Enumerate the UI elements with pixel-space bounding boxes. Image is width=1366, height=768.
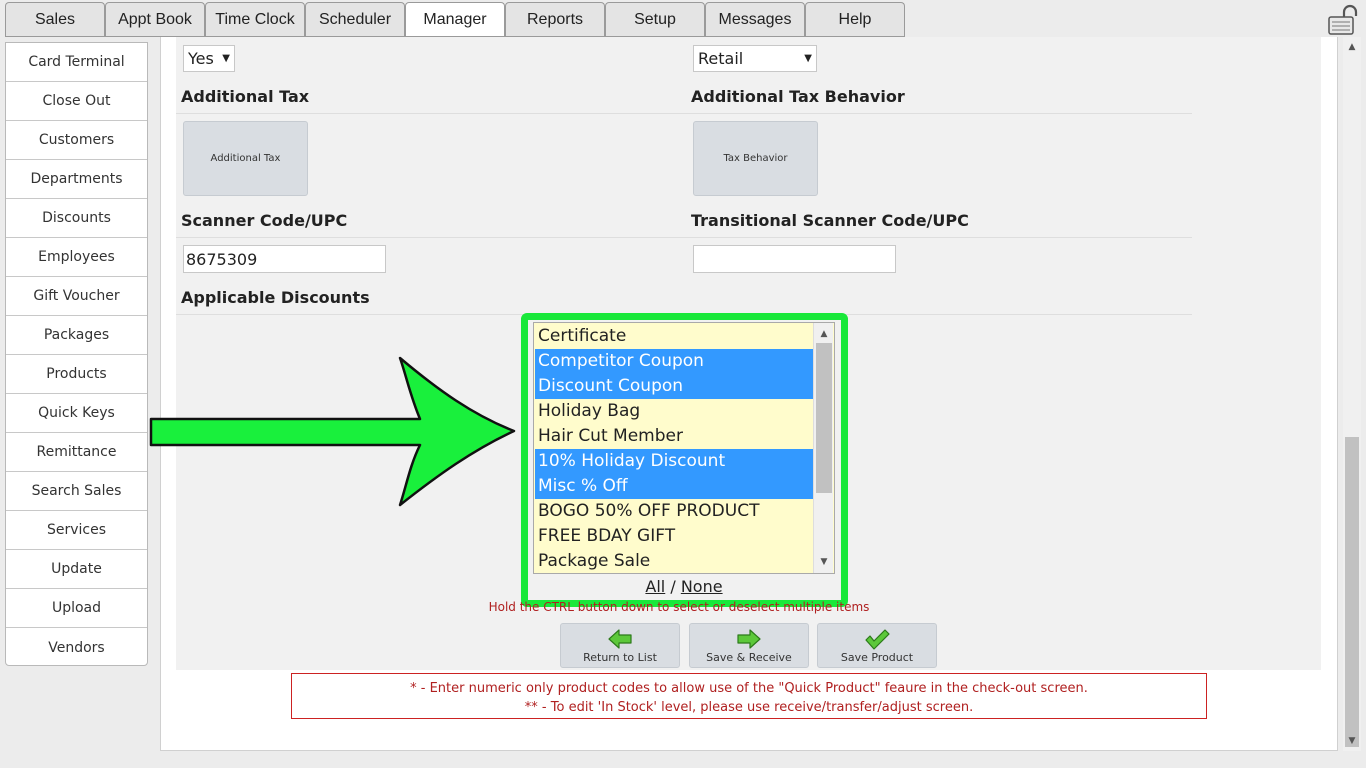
tab-appt-book[interactable]: Appt Book — [105, 2, 205, 37]
listbox-scrollbar[interactable]: ▲ ▼ — [813, 323, 833, 573]
notes-line-2: ** - To edit 'In Stock' level, please us… — [524, 700, 974, 715]
sidebar-item-card-terminal[interactable]: Card Terminal — [6, 43, 147, 82]
all-none-separator: / — [670, 577, 676, 596]
sidebar-item-quick-keys[interactable]: Quick Keys — [6, 394, 147, 433]
select-none-link[interactable]: None — [681, 577, 723, 596]
scroll-up-icon[interactable]: ▲ — [1343, 39, 1361, 55]
discount-option[interactable]: Hair Cut Member — [535, 424, 813, 449]
discount-option[interactable]: BOGO 50% OFF PRODUCT — [535, 499, 813, 524]
sidebar-item-services[interactable]: Services — [6, 511, 147, 550]
select-all-none: All / None — [533, 577, 835, 596]
additional-tax-behavior-heading: Additional Tax Behavior — [691, 87, 905, 106]
back-arrow-icon — [608, 629, 632, 649]
tab-manager[interactable]: Manager — [405, 2, 505, 37]
return-to-list-label: Return to List — [583, 651, 657, 664]
multi-select-hint: Hold the CTRL button down to select or d… — [488, 600, 870, 614]
sidebar-item-discounts[interactable]: Discounts — [6, 199, 147, 238]
applicable-discounts-listbox[interactable]: Certificate Competitor Coupon Discount C… — [533, 322, 835, 574]
section-divider — [176, 237, 1192, 238]
transitional-scanner-code-heading: Transitional Scanner Code/UPC — [691, 211, 969, 230]
section-divider — [176, 113, 1192, 114]
tab-sales[interactable]: Sales — [5, 2, 105, 37]
sidebar-item-upload[interactable]: Upload — [6, 589, 147, 628]
discount-option-selected[interactable]: Discount Coupon — [535, 374, 813, 399]
sidebar-item-search-sales[interactable]: Search Sales — [6, 472, 147, 511]
sidebar-item-close-out[interactable]: Close Out — [6, 82, 147, 121]
checkmark-icon — [865, 629, 890, 650]
tab-messages[interactable]: Messages — [705, 2, 805, 37]
lock-icon[interactable] — [1326, 4, 1360, 36]
top-left-select[interactable]: Yes ▼ — [183, 45, 235, 72]
scroll-down-icon[interactable]: ▼ — [1343, 733, 1361, 749]
save-and-receive-button[interactable]: Save & Receive — [689, 623, 809, 668]
save-and-receive-label: Save & Receive — [706, 651, 792, 664]
sidebar-item-departments[interactable]: Departments — [6, 160, 147, 199]
top-right-select[interactable]: Retail ▼ — [693, 45, 817, 72]
tab-scheduler[interactable]: Scheduler — [305, 2, 405, 37]
sidebar-item-vendors[interactable]: Vendors — [6, 628, 147, 667]
discount-option-selected[interactable]: Competitor Coupon — [535, 349, 813, 374]
discount-option-selected[interactable]: Misc % Off — [535, 474, 813, 499]
additional-tax-button[interactable]: Additional Tax — [183, 121, 308, 196]
discount-option[interactable]: Holiday Bag — [535, 399, 813, 424]
notes-line-1: * - Enter numeric only product codes to … — [410, 681, 1088, 696]
green-arrow-icon — [149, 356, 516, 507]
sidebar-item-packages[interactable]: Packages — [6, 316, 147, 355]
scanner-code-heading: Scanner Code/UPC — [181, 211, 348, 230]
tab-reports[interactable]: Reports — [505, 2, 605, 37]
tax-behavior-button[interactable]: Tax Behavior — [693, 121, 818, 196]
sidebar-item-remittance[interactable]: Remittance — [6, 433, 147, 472]
dropdown-arrow-icon: ▼ — [804, 53, 812, 64]
sidebar-item-update[interactable]: Update — [6, 550, 147, 589]
tab-time-clock[interactable]: Time Clock — [205, 2, 305, 37]
top-right-select-value: Retail — [698, 49, 744, 68]
page-scrollbar-thumb[interactable] — [1345, 437, 1359, 747]
page-scrollbar[interactable]: ▲ ▼ — [1343, 37, 1361, 751]
return-to-list-button[interactable]: Return to List — [560, 623, 680, 668]
sidebar-item-customers[interactable]: Customers — [6, 121, 147, 160]
tab-help[interactable]: Help — [805, 2, 905, 37]
scroll-down-icon[interactable]: ▼ — [814, 553, 834, 571]
additional-tax-heading: Additional Tax — [181, 87, 310, 106]
discount-option[interactable]: Package Sale — [535, 549, 813, 573]
sidebar-item-products[interactable]: Products — [6, 355, 147, 394]
save-product-label: Save Product — [840, 651, 914, 664]
tab-setup[interactable]: Setup — [605, 2, 705, 37]
discount-option[interactable]: Certificate — [535, 324, 813, 349]
dropdown-arrow-icon: ▼ — [222, 53, 230, 64]
sidebar-item-employees[interactable]: Employees — [6, 238, 147, 277]
scrollbar-thumb[interactable] — [816, 343, 832, 493]
scanner-code-input[interactable] — [183, 245, 386, 273]
main-tab-bar: Sales Appt Book Time Clock Scheduler Man… — [5, 2, 905, 37]
top-left-select-value: Yes — [188, 49, 214, 68]
manager-sidebar: Card Terminal Close Out Customers Depart… — [5, 42, 148, 666]
scroll-up-icon[interactable]: ▲ — [814, 325, 834, 343]
discount-option-selected[interactable]: 10% Holiday Discount — [535, 449, 813, 474]
sidebar-item-gift-voucher[interactable]: Gift Voucher — [6, 277, 147, 316]
forward-arrow-icon — [737, 629, 761, 649]
product-code-notes: * - Enter numeric only product codes to … — [291, 673, 1207, 719]
applicable-discounts-heading: Applicable Discounts — [181, 288, 370, 307]
save-product-button[interactable]: Save Product — [817, 623, 937, 668]
transitional-scanner-code-input[interactable] — [693, 245, 896, 273]
discount-option[interactable]: FREE BDAY GIFT — [535, 524, 813, 549]
select-all-link[interactable]: All — [645, 577, 665, 596]
